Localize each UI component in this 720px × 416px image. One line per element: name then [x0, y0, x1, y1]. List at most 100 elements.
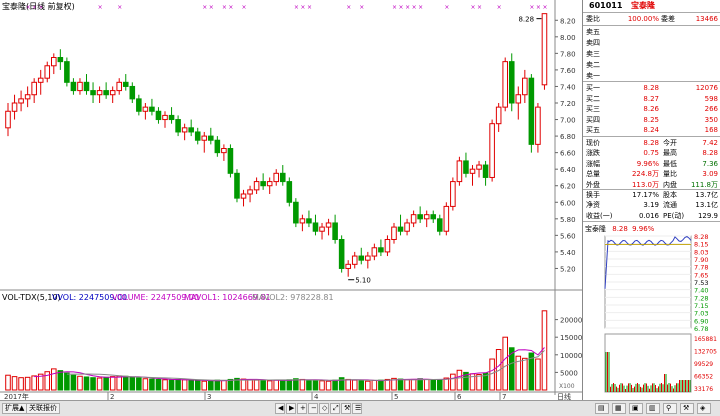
stat-value: 9.96% [636, 159, 659, 168]
peak-label: 8.28 [518, 16, 534, 24]
candle-body [90, 90, 96, 96]
candle-body [476, 164, 482, 170]
sell-row: 卖一 [583, 71, 720, 81]
weibi-row: 委比 100.00% 委差 13466 [586, 15, 718, 23]
prev-icon[interactable]: ◀ [275, 403, 285, 414]
volume-bar [358, 380, 365, 391]
candle-body [149, 106, 155, 112]
fullscreen-icon[interactable]: ⤢ [330, 403, 340, 414]
volume-bar [535, 358, 541, 391]
price-tick-label: 8.20 [560, 17, 576, 25]
stat-value: 224.8万 [631, 170, 659, 179]
signal-marker: × [117, 4, 122, 11]
price-tick-label: 6.80 [560, 133, 576, 141]
volume-bar [70, 374, 77, 391]
candle-body [51, 57, 57, 67]
candle-body [299, 218, 306, 224]
price-tick-label: 6.40 [560, 166, 576, 174]
candle-body [5, 110, 11, 129]
candle-body [37, 77, 44, 83]
signal-marker: × [418, 4, 423, 11]
candle-body [247, 189, 253, 195]
candle-body [266, 181, 273, 187]
zoom-out-icon[interactable]: − [308, 403, 318, 414]
volume-bar [188, 379, 194, 391]
volume-bar [214, 379, 221, 391]
candle-body [436, 218, 443, 232]
volume-bar [423, 378, 430, 391]
candle-body [221, 148, 227, 154]
price-tick-label: 7.60 [560, 67, 576, 75]
sell-row: 卖二 [583, 60, 720, 70]
candle-body [155, 110, 162, 121]
candle-body [417, 214, 423, 220]
tools-icon[interactable]: ⚒ [341, 403, 351, 414]
buy-row: 买三 8.26 266 [583, 104, 720, 114]
volume-bar [77, 375, 83, 391]
candle-body [70, 81, 77, 92]
stat-value: 8.28 [643, 139, 659, 147]
volume-bar [456, 369, 463, 391]
volume-bar [83, 376, 90, 391]
candle-body [443, 205, 450, 232]
search-icon[interactable]: ⚲ [663, 403, 677, 414]
candle-body [83, 81, 90, 92]
vol-tick-label: 15000 [560, 334, 582, 342]
buy-row-volume: 266 [704, 105, 718, 114]
price-tick-label: 5.20 [560, 265, 576, 273]
signal-marker: × [399, 4, 404, 11]
kline-chart-area[interactable]: 8.20 8.00 7.80 7.60 7.40 7.20 7.00 6.80 6.60 6.40… [0, 0, 582, 401]
price-tick-label: 7.20 [560, 100, 576, 108]
sell-row: 卖五 [583, 27, 720, 37]
list-icon[interactable]: ▤ [595, 403, 609, 414]
signal-marker: × [542, 4, 547, 11]
candle-body [430, 214, 437, 220]
stat-row: 现价 8.28 今开 7.42 [583, 138, 720, 148]
volume-bar [5, 374, 11, 391]
kline-svg[interactable]: 8.20 8.00 7.80 7.60 7.40 7.20 7.00 6.80 6.60 6.40… [0, 0, 582, 401]
signal-marker: × [202, 4, 207, 11]
x-axis-label: 4 [314, 393, 319, 400]
intraday-chart[interactable]: 8.288.158.037.907.787.657.537.407.287.15… [583, 232, 720, 398]
settings-icon[interactable]: ⚒ [680, 403, 694, 414]
candle-body [31, 81, 37, 96]
candle-body [391, 226, 397, 241]
stat-row: 净资 3.19 流通 13.1亿 [583, 200, 720, 210]
panel-icon[interactable]: ▣ [629, 403, 643, 414]
volume-bar [371, 379, 378, 391]
table-icon[interactable]: ▥ [646, 403, 660, 414]
grid-icon[interactable]: ▦ [612, 403, 626, 414]
signal-marker: × [529, 4, 534, 11]
stat-value-2: 13.1亿 [695, 201, 718, 210]
candle-body [136, 98, 142, 112]
x-axis-label: 5 [394, 393, 398, 400]
buy-row-price: 8.24 [643, 126, 659, 135]
candle-body [482, 164, 489, 178]
volume-bar [194, 380, 201, 391]
candle-body [384, 239, 391, 253]
tab-related-quote[interactable]: 关联报价 [26, 403, 60, 414]
volume-bar [90, 377, 96, 391]
candle-body [11, 102, 18, 112]
weibi-value: 100.00% [627, 15, 659, 23]
vol-tick-label: 10000 [560, 352, 582, 360]
draw-icon[interactable]: ◇ [319, 403, 329, 414]
tab-expand[interactable]: 扩展▲ [2, 403, 28, 414]
candle-body [175, 119, 181, 133]
candle-body [116, 81, 123, 92]
volume-bar [306, 379, 312, 391]
vol-tick-label: 5000 [560, 369, 578, 377]
volume-bar [502, 336, 508, 391]
zoom-in-icon[interactable]: + [297, 403, 307, 414]
volume-bar [253, 379, 260, 391]
price-tick-label: 8.00 [560, 34, 576, 42]
layout-icon[interactable]: ◈ [697, 403, 711, 414]
stat-label: 净资 [586, 201, 600, 210]
stock-name: 宝泰隆 [631, 1, 655, 10]
candle-body [286, 181, 293, 203]
volume-bar [247, 379, 253, 391]
vol-tick-label: 20000 [560, 317, 582, 325]
next-icon[interactable]: ▶ [286, 403, 296, 414]
vol-unit-label: X100 [559, 383, 575, 390]
menu-icon[interactable]: ☰ [352, 403, 362, 414]
